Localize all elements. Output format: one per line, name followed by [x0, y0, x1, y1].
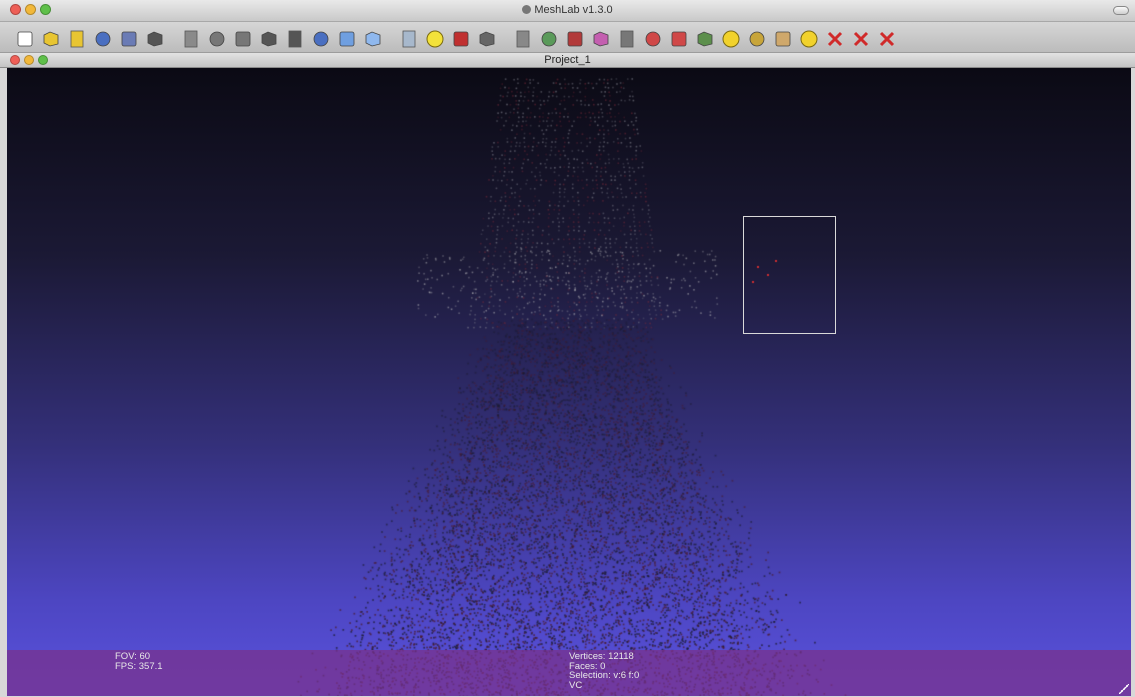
select-vertices-button[interactable]	[668, 28, 690, 50]
select-button[interactable]	[512, 28, 534, 50]
layers-button[interactable]	[180, 28, 202, 50]
app-icon	[522, 5, 532, 14]
smooth-shading-button[interactable]	[362, 28, 384, 50]
back-face-icon	[479, 31, 495, 46]
double-side-lighting-icon	[453, 31, 469, 46]
point-cloud-render[interactable]	[7, 68, 1131, 696]
wireframe-icon	[261, 31, 277, 46]
reload-button[interactable]	[92, 28, 114, 50]
measure-button[interactable]	[746, 28, 768, 50]
save-icon	[121, 31, 137, 46]
hidden-lines-icon	[288, 30, 302, 47]
align-button[interactable]	[616, 28, 638, 50]
mesh-stats: Vertices: 12118 Faces: 0 Selection: v:6 …	[569, 652, 639, 690]
info-overlay: FOV: 60 FPS: 357.1 Vertices: 12118 Faces…	[7, 650, 1131, 696]
manipulator-button[interactable]	[538, 28, 560, 50]
info-button[interactable]	[798, 28, 820, 50]
select-vertices-icon	[671, 31, 687, 46]
hidden-lines-button[interactable]	[284, 28, 306, 50]
render-stats: FOV: 60 FPS: 357.1	[115, 652, 163, 671]
new-document-icon	[17, 31, 33, 46]
double-side-lighting-button[interactable]	[450, 28, 472, 50]
snapshot-icon	[147, 31, 163, 46]
resize-grip-icon[interactable]	[1119, 684, 1129, 694]
texture-button[interactable]	[398, 28, 420, 50]
light-bulb-button[interactable]	[424, 28, 446, 50]
paint-button[interactable]	[564, 28, 586, 50]
toolbar-toggle-button[interactable]	[1113, 6, 1129, 15]
select-icon	[516, 30, 530, 47]
points-render-icon	[235, 31, 251, 46]
project-title: Project_1	[544, 54, 591, 66]
select-faces-button[interactable]	[642, 28, 664, 50]
delete-faces-icon	[827, 31, 843, 46]
delete-all-icon	[879, 31, 895, 46]
main-toolbar	[0, 22, 1135, 55]
save-button[interactable]	[118, 28, 140, 50]
open-folder-icon	[43, 31, 59, 46]
import-mesh-button[interactable]	[66, 28, 88, 50]
window-titlebar: MeshLab v1.3.0	[0, 0, 1135, 22]
align-icon	[620, 30, 634, 47]
smooth-shading-icon	[365, 31, 381, 46]
open-folder-button[interactable]	[40, 28, 62, 50]
manipulator-icon	[541, 31, 557, 46]
z-painting-icon	[593, 31, 609, 46]
color-mode-readout: VC	[569, 679, 583, 691]
bounding-box-button[interactable]	[206, 28, 228, 50]
brush-icon	[775, 31, 791, 46]
delete-vertices-button[interactable]	[850, 28, 872, 50]
new-document-button[interactable]	[14, 28, 36, 50]
3d-viewport[interactable]: FOV: 60 FPS: 357.1 Vertices: 12118 Faces…	[7, 68, 1131, 696]
reload-icon	[95, 31, 111, 46]
fps-readout: FPS: 357.1	[115, 660, 163, 672]
delete-faces-button[interactable]	[824, 28, 846, 50]
select-faces-icon	[645, 31, 661, 46]
select-connected-icon	[697, 31, 713, 46]
brush-button[interactable]	[772, 28, 794, 50]
selection-rectangle[interactable]	[743, 216, 836, 334]
flat-lines-button[interactable]	[310, 28, 332, 50]
import-mesh-icon	[70, 30, 84, 47]
bounding-box-icon	[209, 31, 225, 46]
project-titlebar: Project_1	[0, 52, 1135, 68]
delete-all-button[interactable]	[876, 28, 898, 50]
annotation-icon	[722, 30, 740, 47]
flat-lines-icon	[313, 31, 329, 46]
window-title-text: MeshLab v1.3.0	[534, 4, 613, 16]
light-bulb-icon	[426, 30, 444, 47]
flat-shading-icon	[339, 31, 355, 46]
select-connected-button[interactable]	[694, 28, 716, 50]
texture-icon	[402, 30, 416, 47]
paint-icon	[567, 31, 583, 46]
measure-icon	[749, 31, 765, 46]
back-face-button[interactable]	[476, 28, 498, 50]
z-painting-button[interactable]	[590, 28, 612, 50]
wireframe-button[interactable]	[258, 28, 280, 50]
layers-icon	[184, 30, 198, 47]
annotation-button[interactable]	[720, 28, 742, 50]
points-render-button[interactable]	[232, 28, 254, 50]
window-title: MeshLab v1.3.0	[0, 4, 1135, 16]
flat-shading-button[interactable]	[336, 28, 358, 50]
snapshot-button[interactable]	[144, 28, 166, 50]
info-icon	[800, 30, 818, 47]
delete-vertices-icon	[853, 31, 869, 46]
